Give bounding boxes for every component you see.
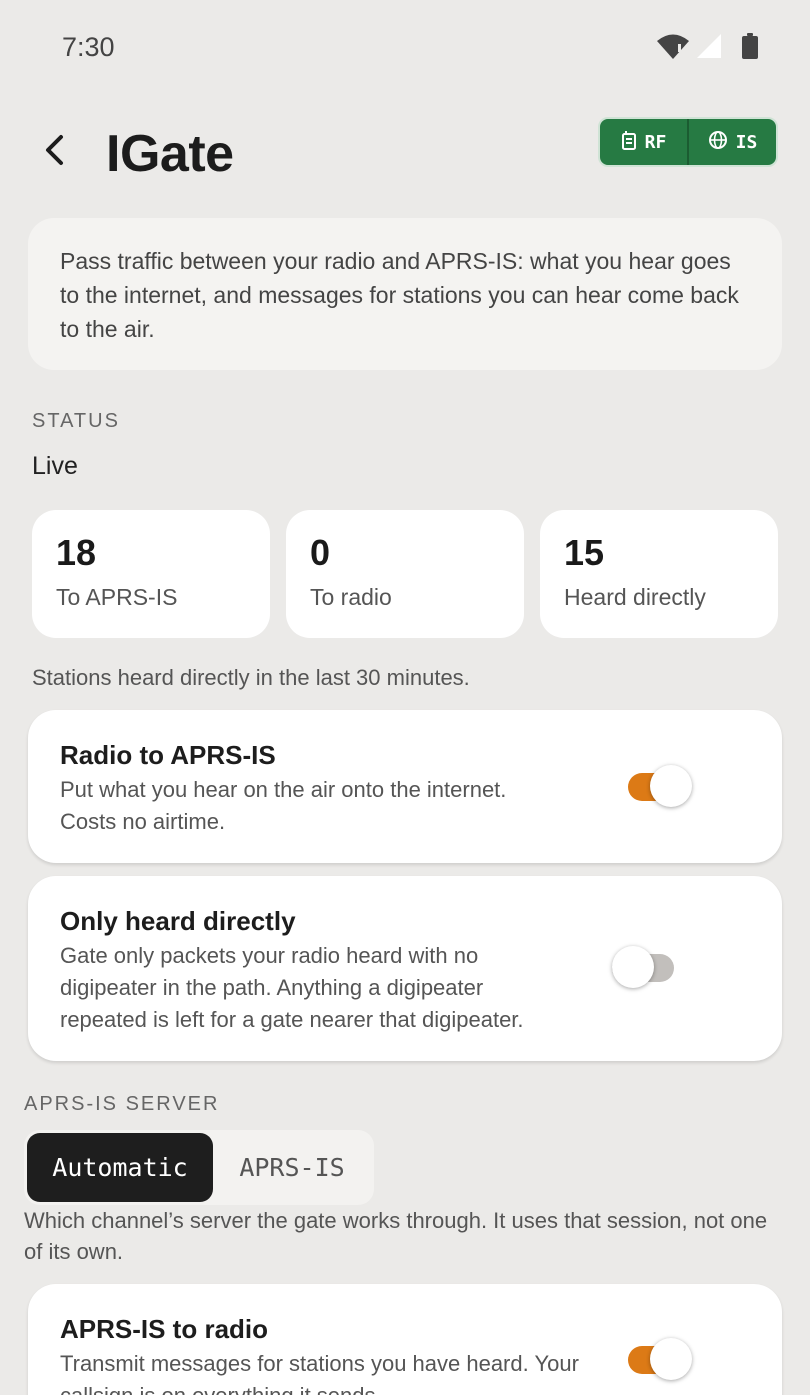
- server-section-label: APRS-IS SERVER: [24, 1093, 220, 1115]
- setting-description: Gate only packets your radio heard with …: [60, 943, 524, 1032]
- setting-title: Only heard directly: [60, 906, 296, 936]
- aprs-is-to-radio-toggle[interactable]: [628, 1337, 692, 1383]
- radio-to-aprs-is-toggle[interactable]: [628, 764, 692, 810]
- server-option-aprs-is[interactable]: APRS-IS: [213, 1133, 371, 1202]
- intro-text: Pass traffic between your radio and APRS…: [60, 248, 739, 342]
- status-icons: [656, 32, 758, 65]
- back-button[interactable]: [32, 130, 76, 174]
- server-segmented-control: Automatic APRS-IS: [24, 1130, 374, 1205]
- stat-label: To radio: [310, 584, 392, 610]
- battery-icon: [742, 33, 758, 64]
- rf-segment[interactable]: RF: [600, 119, 687, 165]
- is-segment[interactable]: IS: [687, 119, 776, 165]
- stat-card-to-aprs-is: 18 To APRS-IS: [32, 510, 270, 638]
- setting-title: Radio to APRS-IS: [60, 740, 276, 770]
- status-bar: 7:30: [0, 0, 810, 96]
- stat-card-to-radio: 0 To radio: [286, 510, 524, 638]
- chevron-left-icon: [42, 134, 66, 171]
- stat-number: 0: [310, 532, 331, 573]
- intro-card: Pass traffic between your radio and APRS…: [28, 218, 782, 370]
- rf-is-status-pill[interactable]: RF IS: [598, 117, 778, 167]
- rf-label: RF: [644, 131, 667, 153]
- status-time: 7:30: [62, 32, 115, 62]
- aprs-is-to-radio-card: APRS-IS to radio Transmit messages for s…: [28, 1284, 782, 1395]
- stat-number: 15: [564, 532, 605, 573]
- setting-title: APRS-IS to radio: [60, 1314, 269, 1344]
- page-title: IGate: [106, 125, 234, 183]
- setting-description: Transmit messages for stations you have …: [60, 1351, 579, 1395]
- status-value: Live: [32, 452, 78, 480]
- stat-label: To APRS-IS: [56, 584, 178, 610]
- cellular-signal-icon: [696, 33, 722, 64]
- radio-icon: [621, 130, 637, 155]
- stat-card-heard-directly: 15 Heard directly: [540, 510, 778, 638]
- status-footnote: Stations heard directly in the last 30 m…: [32, 665, 470, 690]
- stat-label: Heard directly: [564, 584, 706, 610]
- status-section-label: STATUS: [32, 410, 120, 432]
- setting-description: Put what you hear on the air onto the in…: [60, 777, 507, 834]
- wifi-alert-icon: [656, 32, 690, 65]
- server-help-text: Which channel’s server the gate works th…: [24, 1208, 768, 1264]
- only-heard-directly-card: Only heard directly Gate only packets yo…: [28, 876, 782, 1061]
- server-option-automatic[interactable]: Automatic: [27, 1133, 213, 1202]
- only-heard-directly-toggle[interactable]: [612, 945, 676, 991]
- globe-icon: [708, 130, 728, 155]
- stat-number: 18: [56, 532, 97, 573]
- is-label: IS: [735, 131, 758, 153]
- radio-to-aprs-is-card: Radio to APRS-IS Put what you hear on th…: [28, 710, 782, 863]
